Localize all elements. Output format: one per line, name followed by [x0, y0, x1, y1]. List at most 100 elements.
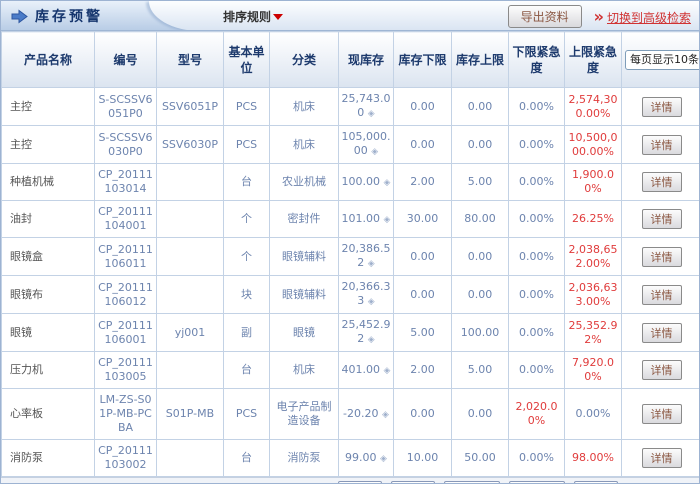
col-header-code: 编号 — [95, 32, 157, 88]
category-cell: 机床 — [270, 352, 339, 389]
upper-urgency-cell: 1,900.00% — [565, 164, 622, 201]
product-name-cell: 主控 — [2, 126, 95, 164]
lower-limit-cell: 0.00 — [394, 238, 452, 276]
lower-limit-cell: 30.00 — [394, 201, 452, 238]
detail-button[interactable]: 详情 — [642, 247, 682, 267]
upper-urgency-cell: 98.00% — [565, 440, 622, 477]
code-cell: CP_20111106011 — [95, 238, 157, 276]
double-chevron-icon: » — [594, 7, 604, 26]
col-header-upper-urgency: 上限紧急度 — [565, 32, 622, 88]
product-name-cell: 心率板 — [2, 389, 95, 440]
current-stock-cell: -20.20 ◈ — [339, 389, 394, 440]
upper-limit-cell: 50.00 — [452, 440, 509, 477]
inventory-warning-page: 库存预警 排序规则 导出资料 »切换到高级检索 产品名称 编号 型号 基本单位 — [0, 0, 700, 484]
col-header-lower-limit: 库存下限 — [394, 32, 452, 88]
sort-rules-label: 排序规则 — [223, 8, 271, 25]
code-cell: CP_20111106001 — [95, 314, 157, 352]
col-header-actions: 每页显示10条 — [622, 32, 700, 88]
model-cell — [157, 201, 224, 238]
col-header-unit: 基本单位 — [224, 32, 270, 88]
upper-limit-cell: 5.00 — [452, 352, 509, 389]
detail-cell: 详情 — [622, 126, 700, 164]
category-cell: 密封件 — [270, 201, 339, 238]
table-row: 主控 S-SCSSV6051P0 SSV6051P PCS 机床 25,743.… — [2, 88, 700, 126]
code-cell: S-SCSSV6030P0 — [95, 126, 157, 164]
table-row: 眼镜 CP_20111106001 yj001 副 眼镜 25,452.92 ◈… — [2, 314, 700, 352]
detail-button[interactable]: 详情 — [642, 323, 682, 343]
page-size-label: 每页显示10条 — [630, 52, 699, 68]
upper-urgency-cell: 7,920.00% — [565, 352, 622, 389]
current-stock-cell: 105,000.00 ◈ — [339, 126, 394, 164]
lower-limit-cell: 2.00 — [394, 352, 452, 389]
detail-button[interactable]: 详情 — [642, 448, 682, 468]
model-cell: yj001 — [157, 314, 224, 352]
inventory-table: 产品名称 编号 型号 基本单位 分类 现库存 库存下限 库存上限 下限紧急度 上… — [1, 31, 700, 477]
detail-cell: 详情 — [622, 88, 700, 126]
dropdown-triangle-icon — [273, 14, 283, 20]
upper-limit-cell: 0.00 — [452, 276, 509, 314]
detail-button[interactable]: 详情 — [642, 172, 682, 192]
detail-button[interactable]: 详情 — [642, 97, 682, 117]
category-cell: 眼镜辅料 — [270, 276, 339, 314]
lower-urgency-cell: 0.00% — [509, 164, 565, 201]
detail-cell: 详情 — [622, 314, 700, 352]
sort-rules-dropdown[interactable]: 排序规则 — [223, 1, 283, 31]
unit-cell: 块 — [224, 276, 270, 314]
upper-urgency-cell: 25,352.92% — [565, 314, 622, 352]
detail-button[interactable]: 详情 — [642, 209, 682, 229]
code-cell: CP_20111106012 — [95, 276, 157, 314]
model-cell: SSV6051P — [157, 88, 224, 126]
model-cell — [157, 352, 224, 389]
upper-urgency-cell: 2,036,633.00% — [565, 276, 622, 314]
product-name-cell: 眼镜布 — [2, 276, 95, 314]
table-row: 主控 S-SCSSV6030P0 SSV6030P PCS 机床 105,000… — [2, 126, 700, 164]
page-size-select[interactable]: 每页显示10条 — [625, 50, 700, 70]
category-cell: 机床 — [270, 88, 339, 126]
detail-cell: 详情 — [622, 440, 700, 477]
table-row: 心率板 LM-ZS-S01P-MB-PCBA S01P-MB PCS 电子产品制… — [2, 389, 700, 440]
upper-urgency-cell: 10,500,000.00% — [565, 126, 622, 164]
stock-diamond-icon: ◈ — [384, 215, 391, 225]
stock-diamond-icon: ◈ — [368, 259, 375, 269]
current-stock-cell: 99.00 ◈ — [339, 440, 394, 477]
stock-diamond-icon: ◈ — [384, 366, 391, 376]
lower-urgency-cell: 0.00% — [509, 88, 565, 126]
code-cell: CP_20111103005 — [95, 352, 157, 389]
detail-button[interactable]: 详情 — [642, 404, 682, 424]
lower-limit-cell: 5.00 — [394, 314, 452, 352]
category-cell: 电子产品制造设备 — [270, 389, 339, 440]
col-header-product-name: 产品名称 — [2, 32, 95, 88]
unit-cell: 台 — [224, 440, 270, 477]
stock-diamond-icon: ◈ — [371, 147, 378, 157]
stock-diamond-icon: ◈ — [368, 297, 375, 307]
page-title: 库存预警 — [35, 6, 103, 26]
lower-urgency-cell: 0.00% — [509, 314, 565, 352]
upper-limit-cell: 80.00 — [452, 201, 509, 238]
upper-urgency-cell: 26.25% — [565, 201, 622, 238]
table-row: 眼镜布 CP_20111106012 块 眼镜辅料 20,366.33 ◈ 0.… — [2, 276, 700, 314]
model-cell — [157, 440, 224, 477]
table-body: 主控 S-SCSSV6051P0 SSV6051P PCS 机床 25,743.… — [2, 88, 700, 477]
current-stock-cell: 20,366.33 ◈ — [339, 276, 394, 314]
lower-urgency-cell: 0.00% — [509, 238, 565, 276]
detail-cell: 详情 — [622, 352, 700, 389]
model-cell: S01P-MB — [157, 389, 224, 440]
detail-button[interactable]: 详情 — [642, 285, 682, 305]
code-cell: CP_20111104001 — [95, 201, 157, 238]
col-header-upper-limit: 库存上限 — [452, 32, 509, 88]
table-header-row: 产品名称 编号 型号 基本单位 分类 现库存 库存下限 库存上限 下限紧急度 上… — [2, 32, 700, 88]
upper-limit-cell: 0.00 — [452, 389, 509, 440]
detail-button[interactable]: 详情 — [642, 360, 682, 380]
detail-cell: 详情 — [622, 389, 700, 440]
switch-advanced-search-link[interactable]: 切换到高级检索 — [607, 11, 691, 25]
detail-cell: 详情 — [622, 164, 700, 201]
detail-button[interactable]: 详情 — [642, 135, 682, 155]
lower-urgency-cell: 0.00% — [509, 276, 565, 314]
current-stock-cell: 401.00 ◈ — [339, 352, 394, 389]
export-data-button[interactable]: 导出资料 — [508, 5, 582, 28]
category-cell: 眼镜辅料 — [270, 238, 339, 276]
category-cell: 眼镜 — [270, 314, 339, 352]
product-name-cell: 压力机 — [2, 352, 95, 389]
upper-urgency-cell: 2,574,300.00% — [565, 88, 622, 126]
upper-limit-cell: 100.00 — [452, 314, 509, 352]
